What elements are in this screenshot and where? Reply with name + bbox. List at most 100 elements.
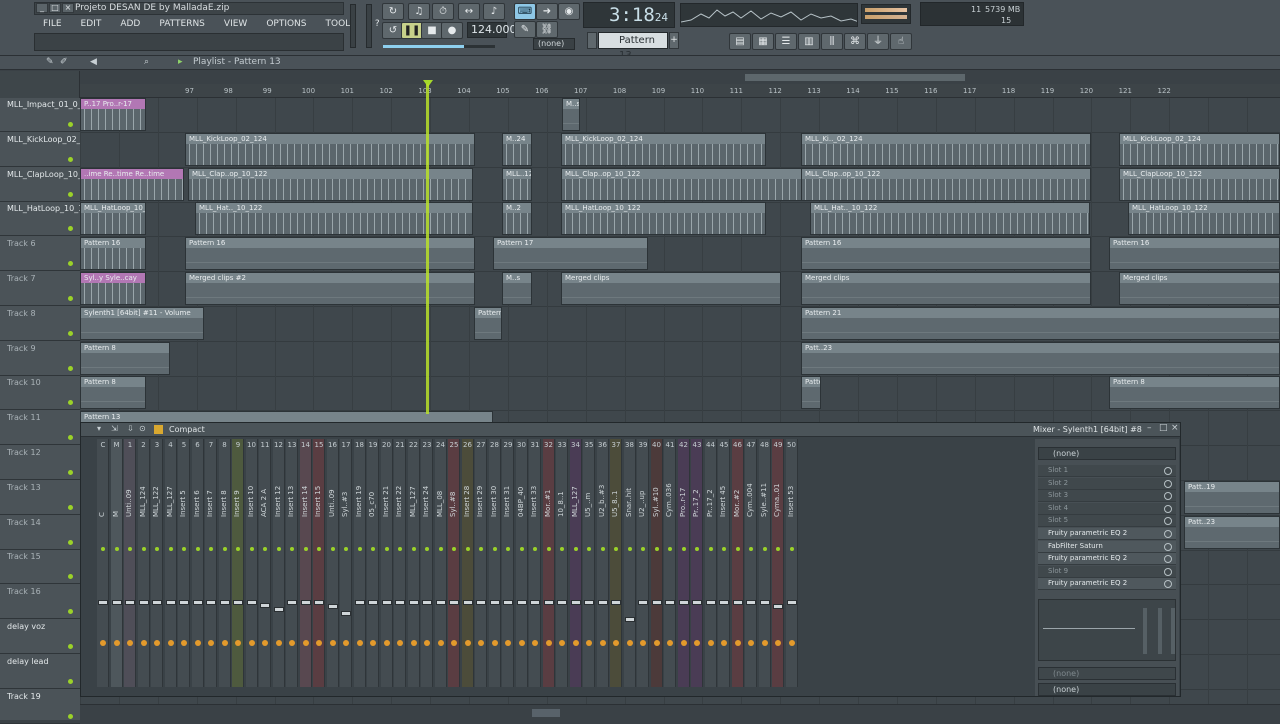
playlist-clip[interactable]: ..ime Re..time Re..time xyxy=(80,167,184,201)
channel-pan-knob[interactable] xyxy=(194,640,201,646)
playlist-clip[interactable]: Pattern 17 xyxy=(493,237,648,271)
channel-enable-led[interactable] xyxy=(654,547,659,551)
playlist-clip[interactable]: Merged clips #2 xyxy=(185,272,475,305)
channel-pan-knob[interactable] xyxy=(140,640,147,646)
channel-enable-led[interactable] xyxy=(762,547,767,551)
channel-enable-led[interactable] xyxy=(398,547,402,551)
track-mute-led[interactable] xyxy=(68,504,73,510)
channel-fader[interactable] xyxy=(570,600,581,605)
slot-enable-icon[interactable] xyxy=(1164,492,1172,501)
playlist-clip[interactable]: MLL_HatLoop_10_122 xyxy=(561,202,766,236)
track-header[interactable]: Track 14 xyxy=(0,516,80,550)
track-mute-led[interactable] xyxy=(68,156,73,162)
playlist-clip[interactable]: Pattern 16 xyxy=(80,237,146,271)
track-mute-led[interactable] xyxy=(68,330,73,336)
typing-keyboard-icon[interactable]: ⌨ xyxy=(514,3,536,20)
mixer-channel[interactable]: 13 Insert 13 xyxy=(286,439,298,687)
channel-enable-led[interactable] xyxy=(371,547,375,551)
mixer-channel[interactable]: 46 Mor..#2 xyxy=(731,439,744,687)
channel-fader[interactable] xyxy=(260,603,270,608)
channel-pan-knob[interactable] xyxy=(167,640,174,646)
channel-pan-knob[interactable] xyxy=(491,640,498,646)
playlist-clip[interactable]: MLL_Ki.._02_124 xyxy=(801,132,1091,166)
playlist-clip[interactable]: M..s xyxy=(502,272,532,305)
channel-fader[interactable] xyxy=(773,604,783,609)
minimize-button[interactable]: _ xyxy=(36,3,48,13)
snap-select[interactable]: (none) xyxy=(533,38,575,50)
channel-fader[interactable] xyxy=(705,600,716,605)
mixer-channel[interactable]: 32 Mor..#1 xyxy=(542,439,555,687)
snap-icon[interactable]: ✎ xyxy=(514,21,536,38)
channel-enable-led[interactable] xyxy=(627,547,632,551)
track-header[interactable]: MLL_Impact_01_0_127 xyxy=(0,98,97,132)
channel-fader[interactable] xyxy=(557,600,567,605)
mixer-channel[interactable]: 6 Insert 6 xyxy=(191,439,204,687)
mixer-channel[interactable]: 15 Insert 15 xyxy=(313,439,325,687)
channel-enable-led[interactable] xyxy=(600,547,605,551)
channel-fader[interactable] xyxy=(489,600,500,605)
channel-pan-knob[interactable] xyxy=(653,640,660,646)
menu-add[interactable]: ADD xyxy=(111,16,150,32)
channel-pan-knob[interactable] xyxy=(559,640,565,646)
track-mute-led[interactable] xyxy=(68,365,73,371)
channel-fader[interactable] xyxy=(759,600,770,605)
channel-enable-led[interactable] xyxy=(303,547,308,551)
pattern-selector[interactable]: Pattern 13 xyxy=(598,32,668,61)
channel-fader[interactable] xyxy=(381,600,392,605)
pause-button[interactable]: ❚❚ xyxy=(401,22,423,39)
channel-pan-knob[interactable] xyxy=(572,640,579,646)
channel-fader[interactable] xyxy=(408,600,419,605)
channel-pan-knob[interactable] xyxy=(599,640,606,646)
track-header[interactable]: Track 7 xyxy=(0,272,80,306)
channel-enable-led[interactable] xyxy=(344,547,348,551)
channel-fader[interactable] xyxy=(341,611,351,616)
playlist-clip[interactable]: Merged clips xyxy=(801,272,1091,305)
bottom-scrollbar[interactable] xyxy=(80,704,1280,720)
playlist-clip[interactable]: MLL_KickLoop_02_124 xyxy=(1119,132,1280,166)
track-mute-led[interactable] xyxy=(68,435,73,441)
menu-file[interactable]: FILE xyxy=(34,16,72,32)
channel-fader[interactable] xyxy=(786,600,797,605)
mixer-channel[interactable]: 34 MLL_127 xyxy=(569,439,582,687)
channel-fader[interactable] xyxy=(327,604,338,609)
channel-pan-knob[interactable] xyxy=(532,640,538,646)
browser-icon[interactable]: ▥ xyxy=(798,33,820,50)
track-lane[interactable] xyxy=(80,98,1280,133)
mixer-channel[interactable]: 11 ACA 2 A xyxy=(259,439,271,687)
track-lane[interactable] xyxy=(80,376,1280,412)
channel-enable-led[interactable] xyxy=(249,547,254,551)
mixer-channel[interactable]: 42 Pro..r-17 xyxy=(677,439,690,687)
channel-pan-knob[interactable] xyxy=(734,640,741,646)
channel-enable-led[interactable] xyxy=(195,547,200,551)
channel-pan-knob[interactable] xyxy=(464,640,471,646)
channel-fader[interactable] xyxy=(597,600,608,605)
track-mute-led[interactable] xyxy=(68,296,73,301)
mixer-channel[interactable]: 33 10_8..1 xyxy=(556,439,568,687)
channel-pan-knob[interactable] xyxy=(154,640,160,646)
mixer-channel[interactable]: 30 04BP_40 xyxy=(515,439,528,687)
recording-icon[interactable]: ◉ xyxy=(558,3,580,20)
channel-enable-led[interactable] xyxy=(641,547,645,551)
mixer-channel[interactable]: 28 Insert 30 xyxy=(488,439,501,687)
menu-edit[interactable]: EDIT xyxy=(72,16,112,32)
mixer-channel[interactable]: 31 Insert 33 xyxy=(529,439,541,687)
playlist-clip[interactable]: Patt..23 xyxy=(801,341,1280,375)
channel-pan-knob[interactable] xyxy=(424,640,430,646)
channel-enable-led[interactable] xyxy=(735,547,740,551)
step-forward-icon[interactable]: ➜ xyxy=(536,3,558,20)
mixer-channel[interactable]: 7 Insert 7 xyxy=(205,439,217,687)
touch-icon[interactable]: ☝ xyxy=(890,33,912,50)
track-header[interactable]: MLL_KickLoop_02_124 xyxy=(0,133,96,167)
channel-pan-knob[interactable] xyxy=(545,640,552,646)
channel-enable-led[interactable] xyxy=(168,547,173,551)
pattern-add-button[interactable]: + xyxy=(669,32,679,49)
channel-fader[interactable] xyxy=(624,617,635,622)
channel-enable-led[interactable] xyxy=(722,547,726,551)
mixer-channel[interactable]: 40 Syl..#10 xyxy=(650,439,663,687)
playlist-clip[interactable]: MLL_Hat.._10_122 xyxy=(810,202,1090,236)
channel-enable-led[interactable] xyxy=(560,547,564,551)
channel-enable-led[interactable] xyxy=(182,547,186,551)
channel-fader[interactable] xyxy=(287,600,297,605)
channel-fader[interactable] xyxy=(543,600,554,605)
track-header[interactable]: delay voz xyxy=(0,620,80,654)
